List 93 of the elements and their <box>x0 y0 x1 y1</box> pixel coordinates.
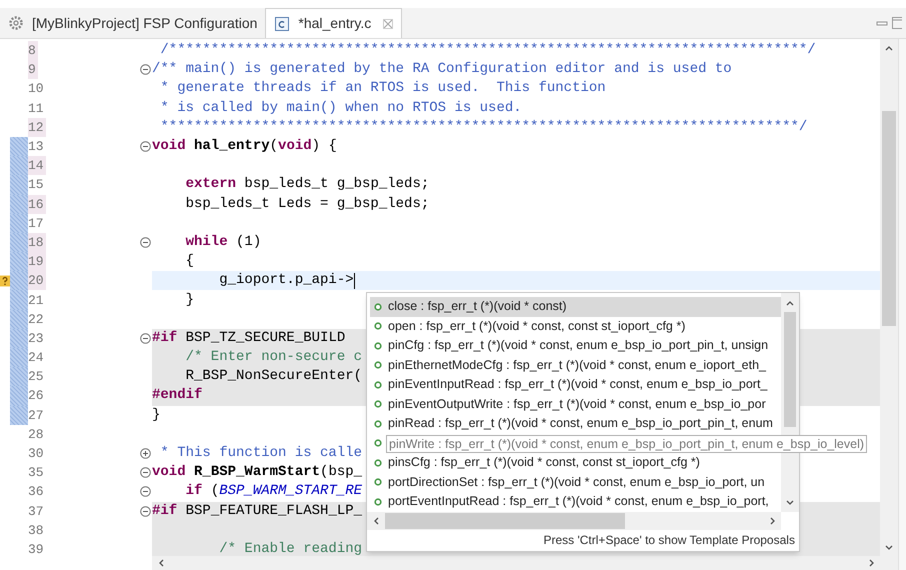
collapse-icon[interactable] <box>140 236 150 248</box>
code-line: #if BSP_TZ_SECURE_BUILD <box>152 328 346 348</box>
line-number: 19 <box>28 252 46 272</box>
proposal-item[interactable]: pinsCfg : fsp_err_t (*)(void * const, const st_ioport_cfg *) <box>370 453 781 472</box>
line-number: 8 <box>28 41 38 60</box>
line-number: 18 <box>28 232 46 252</box>
line-number: 13 <box>28 138 45 156</box>
code-line: void hal_entry(void) { <box>152 137 337 156</box>
line-number: 37 <box>28 502 45 521</box>
code-line: extern bsp_leds_t g_bsp_leds; <box>184 175 430 194</box>
line-number: 26 <box>28 387 45 406</box>
expand-icon[interactable] <box>140 448 150 460</box>
line-number: 22 <box>28 310 45 329</box>
line-number: 15 <box>28 176 45 194</box>
line-number: 39 <box>28 540 45 556</box>
text-cursor <box>354 272 356 289</box>
proposal-item[interactable]: pinEventOutputWrite : fsp_err_t (*)(void * const, enum e_bsp_io_por <box>370 394 781 414</box>
code-line: /****************************************************************************/ <box>159 41 816 60</box>
line-number: 12 <box>28 118 46 137</box>
scrollbar-thumb[interactable] <box>882 111 896 326</box>
code-line: * is called by main() when no RTOS is used. <box>159 98 522 118</box>
proposal-item[interactable]: pinEventInputRead : fsp_err_t (*)(void * const, enum e_bsp_io_port_ <box>370 375 781 394</box>
collapse-icon[interactable] <box>140 64 150 76</box>
code-line: while (1) <box>184 232 262 252</box>
line-number: 17 <box>28 214 45 233</box>
code-line: #if BSP_FEATURE_FLASH_LP_ <box>152 502 362 521</box>
field-icon <box>374 361 382 370</box>
line-number: 30 <box>28 445 45 464</box>
code-line: * This function is calle <box>159 444 362 464</box>
vertical-scrollbar[interactable] <box>880 39 898 570</box>
proposal-item[interactable]: portDirectionSet : fsp_err_t (*)(void * const, enum e_bsp_io_port, un <box>370 472 781 492</box>
editor-tab[interactable]: [MyBlinkyProject] FSP Configuration <box>0 8 266 38</box>
horizontal-scrollbar[interactable] <box>152 556 880 570</box>
code-line: #endif <box>152 386 202 406</box>
collapse-icon[interactable] <box>140 486 150 498</box>
line-number: 21 <box>28 292 45 310</box>
field-icon <box>374 498 382 506</box>
code-line: /* Enable reading <box>218 540 362 556</box>
line-number: 14 <box>28 156 46 176</box>
proposal-item[interactable]: pinEthernetModeCfg : fsp_err_t (*)(void * const, enum e_ioport_eth_ <box>370 356 781 375</box>
line-number: 25 <box>28 368 45 386</box>
field-icon <box>374 380 382 389</box>
c-file-icon <box>274 16 290 32</box>
code-line: } <box>184 290 194 310</box>
code-line: R_BSP_NonSecureEnter( <box>184 367 362 386</box>
line-number: 9 <box>28 60 38 80</box>
field-icon <box>374 322 382 330</box>
gear-icon <box>8 15 24 31</box>
proposal-tooltip[interactable]: pinWrite : fsp_err_t (*)(void * const, enum e_bsp_io_port_pin_t, enum e_bsp_io_level) <box>386 434 868 452</box>
proposal-item[interactable]: open : fsp_err_t (*)(void * const, const st_ioport_cfg *) <box>370 316 781 336</box>
field-icon <box>374 458 382 467</box>
code-line: } <box>152 406 160 425</box>
field-icon <box>374 342 382 350</box>
line-number: 11 <box>28 100 45 118</box>
popup-horizontal-scrollbar[interactable] <box>367 512 781 530</box>
line-number: 35 <box>28 464 45 482</box>
maximize-icon[interactable] <box>892 17 902 29</box>
code-line: if (BSP_WARM_START_RE <box>184 482 362 502</box>
editor-tab[interactable]: *hal_entry.c <box>265 8 402 38</box>
code-line: g_ioport.p_api-> <box>218 271 354 290</box>
code-line: bsp_leds_t Leds = g_bsp_leds; <box>184 194 430 214</box>
field-icon <box>374 478 382 486</box>
code-line: /* Enter non-secure c <box>184 348 362 368</box>
field-icon <box>374 400 382 408</box>
line-number: 27 <box>28 406 45 425</box>
line-number: 38 <box>28 522 45 540</box>
collapse-icon[interactable] <box>140 506 150 517</box>
code-line: void R_BSP_WarmStart(bsp_ <box>152 463 362 482</box>
line-number: 28 <box>28 426 45 444</box>
line-number: 10 <box>28 80 45 98</box>
proposal-item[interactable]: pinCfg : fsp_err_t (*)(void * const, enum e_bsp_io_port_pin_t, unsign <box>370 336 781 356</box>
proposal-item[interactable]: portEventInputRead : fsp_err_t (*)(void * const, enum e_bsp_io_port, <box>370 492 781 512</box>
field-icon <box>374 439 382 448</box>
proposal-item[interactable]: pinRead : fsp_err_t (*)(void * const, enum e_bsp_io_port_pin_t, enum <box>370 414 781 434</box>
line-number: 36 <box>28 483 45 502</box>
popup-hint: Press 'Ctrl+Space' to show Template Proposals <box>543 532 795 549</box>
scrollbar-thumb[interactable] <box>784 312 796 427</box>
collapse-icon[interactable] <box>140 467 150 478</box>
line-number: 23 <box>28 330 45 348</box>
code-line: /** main() is generated by the RA Configuration editor and is used to <box>152 60 732 80</box>
proposal-item[interactable]: close : fsp_err_t (*)(void * const) <box>370 297 781 316</box>
code-line: { <box>184 252 194 272</box>
field-icon <box>374 302 382 311</box>
scrollbar-thumb[interactable] <box>385 512 625 528</box>
code-line: ****************************************************************************/ <box>159 118 808 137</box>
collapse-icon[interactable] <box>140 141 150 152</box>
code-line: * generate threads if an RTOS is used. This function <box>159 79 606 98</box>
line-number: 24 <box>28 349 45 368</box>
collapse-icon[interactable] <box>140 332 150 344</box>
minimize-icon[interactable] <box>876 19 888 27</box>
line-number: 20 <box>28 271 46 290</box>
field-icon <box>374 420 382 428</box>
line-number: 16 <box>28 194 46 214</box>
